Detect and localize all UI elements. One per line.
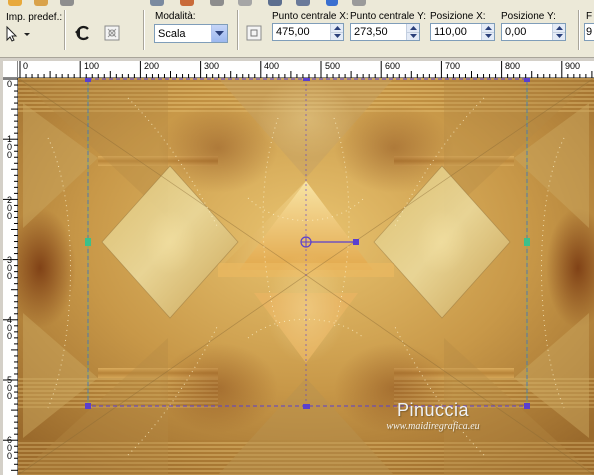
side-handle[interactable] [85, 238, 91, 246]
image-canvas[interactable]: Pinuccia www.maidiregrafica.eu [18, 78, 594, 475]
ruler-label-h: 600 [385, 61, 401, 71]
pos-y-input[interactable] [502, 24, 552, 40]
mode-value: Scala [158, 27, 186, 40]
ruler-label-h: 800 [505, 61, 521, 71]
corner-handle[interactable] [524, 403, 530, 409]
pos-y-spinner[interactable] [552, 24, 565, 40]
corner-handle[interactable] [85, 403, 91, 409]
ruler-label-h: 200 [144, 61, 160, 71]
rotate-button[interactable] [72, 22, 94, 44]
center-button[interactable] [243, 22, 265, 44]
pos-x-field[interactable] [430, 23, 495, 41]
tool-options-toolbar: Imp. predef.: Modalità: Scala Punto cent… [0, 0, 594, 58]
ruler-label-v: 600 [6, 435, 12, 461]
layer-icon[interactable] [238, 0, 252, 6]
cut-off-field[interactable] [584, 23, 594, 41]
center-y-input[interactable] [351, 24, 406, 40]
center-x-spinner[interactable] [330, 24, 343, 40]
save-icon[interactable] [60, 0, 74, 6]
pos-y-field[interactable] [501, 23, 566, 41]
rotate-icon [75, 25, 89, 41]
ruler-label-h: 0 [23, 61, 29, 71]
pos-x-label: Posizione X: [430, 11, 486, 22]
cut-off-label: F [586, 11, 593, 22]
brush-icon[interactable] [180, 0, 194, 6]
adjust-icon[interactable] [268, 0, 282, 6]
preset-picker[interactable] [4, 25, 34, 43]
mode-dropdown-button[interactable] [211, 25, 227, 42]
reset-button[interactable] [101, 22, 123, 44]
edit-icon[interactable] [150, 0, 164, 6]
mode-select[interactable]: Scala [154, 24, 228, 43]
side-handle[interactable] [524, 238, 530, 246]
vertical-ruler[interactable]: 0 100 200 300 400 500 600 [3, 78, 18, 475]
help-icon[interactable] [326, 0, 338, 6]
ruler-corner [3, 61, 18, 78]
ruler-label-h: 100 [84, 61, 100, 71]
ruler-label-v: 200 [6, 195, 12, 221]
watermark-name: Pinuccia [396, 400, 470, 420]
ruler-label-h: 400 [264, 61, 280, 71]
ruler-label-h: 300 [204, 61, 220, 71]
corner-handle[interactable] [524, 78, 530, 82]
pos-x-spinner[interactable] [481, 24, 494, 40]
top-icon-strip [0, 0, 594, 7]
pick-tool-icon [6, 25, 30, 42]
ruler-label-h: 700 [445, 61, 461, 71]
chevron-down-icon [215, 30, 224, 36]
tool-icon[interactable] [210, 0, 224, 6]
center-x-field[interactable] [272, 23, 344, 41]
app-window: Imp. predef.: Modalità: Scala Punto cent… [0, 0, 594, 475]
preset-label: Imp. predef.: [6, 12, 63, 23]
cut-off-input[interactable] [585, 24, 594, 40]
pos-x-input[interactable] [431, 24, 481, 40]
center-y-spinner[interactable] [406, 24, 419, 40]
pos-y-label: Posizione Y: [501, 11, 556, 22]
top-handle[interactable] [303, 78, 310, 81]
spin-down-icon[interactable] [482, 32, 494, 40]
ruler-label-h: 900 [565, 61, 581, 71]
center-y-label: Punto centrale Y: [350, 11, 426, 22]
open-icon[interactable] [8, 0, 22, 6]
misc-icon[interactable] [352, 0, 366, 6]
ruler-label-v: 100 [6, 134, 12, 160]
folder-icon[interactable] [34, 0, 48, 6]
effects-icon[interactable] [296, 0, 310, 6]
spin-up-icon[interactable] [553, 24, 565, 33]
ruler-label-v: 500 [6, 375, 12, 401]
spin-down-icon[interactable] [553, 32, 565, 40]
center-icon [246, 25, 262, 41]
center-x-label: Punto centrale X: [272, 11, 349, 22]
spin-up-icon[interactable] [482, 24, 494, 33]
spin-up-icon[interactable] [407, 24, 419, 33]
watermark-site: www.maidiregrafica.eu [386, 421, 480, 432]
horizontal-ruler[interactable]: 0 100 200 300 400 500 600 700 800 900 [18, 61, 594, 78]
ruler-label-v: 300 [6, 255, 12, 281]
spin-down-icon[interactable] [331, 32, 343, 40]
spin-up-icon[interactable] [331, 24, 343, 33]
reset-icon [104, 25, 120, 41]
ruler-label-v: 400 [6, 315, 12, 341]
ruler-label-h: 500 [325, 61, 341, 71]
rotation-handle[interactable] [353, 239, 359, 245]
watermark: Pinuccia www.maidiregrafica.eu [358, 400, 508, 432]
center-x-input[interactable] [273, 24, 330, 40]
bottom-handle[interactable] [303, 404, 310, 409]
corner-handle[interactable] [85, 78, 91, 82]
spin-down-icon[interactable] [407, 32, 419, 40]
center-y-field[interactable] [350, 23, 420, 41]
ruler-label-v: 0 [6, 79, 12, 89]
mode-label: Modalità: [155, 11, 196, 22]
